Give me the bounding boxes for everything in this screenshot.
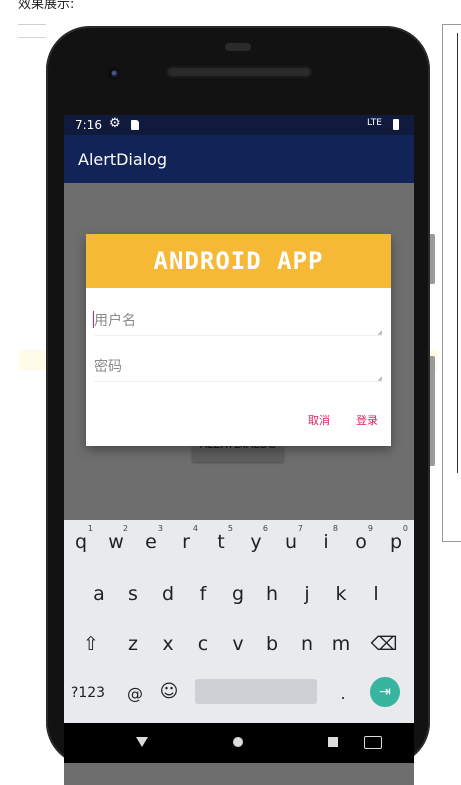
key-h[interactable]: h (255, 576, 289, 612)
key-hint: 4 (192, 524, 198, 533)
back-icon[interactable] (136, 737, 148, 747)
key-hint: 0 (402, 524, 408, 533)
key-label: y (250, 531, 262, 553)
symbols-key[interactable]: ?123 (68, 675, 108, 711)
emoji-key-icon[interactable]: ☺ (152, 673, 186, 709)
key-c[interactable]: c (186, 626, 220, 662)
password-placeholder: 密码 (94, 359, 122, 375)
front-camera-icon (108, 67, 121, 80)
key-e[interactable]: 3e (134, 524, 168, 560)
key-hint: 1 (87, 524, 93, 533)
resize-corner-icon: ◢ (377, 375, 382, 382)
field-underline (94, 381, 382, 382)
home-icon[interactable] (233, 737, 243, 747)
key-j[interactable]: j (290, 576, 324, 612)
key-x[interactable]: x (151, 626, 185, 662)
key-s[interactable]: s (116, 576, 150, 612)
key-label: p (389, 531, 403, 553)
key-d[interactable]: d (151, 576, 185, 612)
page-caption: 效果展示: (18, 0, 75, 12)
key-p[interactable]: 0p (379, 524, 413, 560)
space-bar[interactable] (195, 679, 317, 704)
keyboard-switch-icon[interactable] (364, 736, 382, 749)
key-a[interactable]: a (82, 576, 116, 612)
key-m[interactable]: m (324, 626, 358, 662)
shift-key-icon[interactable]: ⇧ (74, 626, 108, 662)
key-hint: 9 (367, 524, 373, 533)
power-button (430, 234, 435, 284)
username-field[interactable]: 用户名 ◢ (93, 304, 382, 336)
key-l[interactable]: l (359, 576, 393, 612)
right-panel (442, 24, 461, 542)
key-q[interactable]: 1q (64, 524, 98, 560)
field-underline (94, 335, 382, 336)
banner-text: ANDROID APP (153, 247, 324, 275)
key-hint: 2 (122, 524, 128, 533)
key-z[interactable]: z (116, 626, 150, 662)
status-time: 7:16 (75, 118, 102, 132)
cancel-button[interactable]: 取消 (295, 404, 343, 438)
key-n[interactable]: n (290, 626, 324, 662)
key-label: r (182, 531, 190, 553)
key-t[interactable]: 5t (204, 524, 238, 560)
password-field[interactable]: 密码 ◢ (94, 350, 382, 382)
recents-icon[interactable] (328, 737, 338, 747)
divider (457, 33, 458, 473)
key-label: i (323, 531, 329, 553)
key-r[interactable]: 4r (169, 524, 203, 560)
key-u[interactable]: 7u (274, 524, 308, 560)
keyboard-row-2: a s d f g h j k l (64, 576, 414, 612)
key-label: e (145, 531, 157, 553)
top-speaker (225, 43, 251, 51)
earpiece-grille (166, 66, 312, 78)
dialog-actions: 取消 登录 (295, 404, 391, 438)
phone-frame: 7:16 ⚙ LTE AlertDialog ALERTDIALOG ANDRO… (46, 26, 435, 785)
key-label: w (108, 531, 124, 553)
key-b[interactable]: b (255, 626, 289, 662)
key-hint: 6 (262, 524, 268, 533)
keyboard-row-1: 1q 2w 3e 4r 5t 6y 7u 8i 9o 0p (64, 524, 414, 560)
soft-keyboard: 1q 2w 3e 4r 5t 6y 7u 8i 9o 0p a s d f g … (64, 520, 414, 723)
key-label: q (74, 531, 88, 553)
key-o[interactable]: 9o (344, 524, 378, 560)
key-y[interactable]: 6y (239, 524, 273, 560)
phone-screen: 7:16 ⚙ LTE AlertDialog ALERTDIALOG ANDRO… (64, 115, 414, 785)
at-key[interactable]: @ (118, 675, 152, 711)
period-key[interactable]: . (326, 675, 360, 711)
login-dialog: ANDROID APP 用户名 ◢ 密码 ◢ 取消 登录 (86, 234, 391, 446)
gear-icon: ⚙ (109, 116, 121, 131)
volume-button (430, 356, 435, 466)
divider (18, 37, 46, 38)
key-k[interactable]: k (324, 576, 358, 612)
backspace-key-icon[interactable]: ⌫ (367, 626, 401, 662)
resize-corner-icon: ◢ (377, 329, 382, 336)
username-placeholder: 用户名 (94, 313, 136, 329)
key-i[interactable]: 8i (309, 524, 343, 560)
login-button[interactable]: 登录 (343, 404, 391, 438)
key-label: o (355, 531, 367, 553)
key-g[interactable]: g (221, 576, 255, 612)
key-hint: 3 (157, 524, 163, 533)
status-bar: 7:16 ⚙ LTE (64, 115, 414, 135)
key-label: u (284, 531, 298, 553)
app-bar: AlertDialog (64, 135, 414, 183)
app-title: AlertDialog (78, 150, 168, 169)
key-v[interactable]: v (221, 626, 255, 662)
navigation-bar (64, 723, 414, 763)
dialog-banner: ANDROID APP (86, 234, 391, 288)
left-panel (18, 24, 46, 737)
signal-icon: LTE (367, 118, 382, 128)
key-hint: 5 (227, 524, 233, 533)
keyboard-row-3: ⇧ z x c v b n m ⌫ (64, 626, 414, 662)
key-w[interactable]: 2w (99, 524, 133, 560)
key-hint: 7 (297, 524, 303, 533)
battery-icon (393, 119, 399, 130)
key-label: t (217, 531, 225, 553)
enter-key-icon[interactable]: ⇥ (370, 677, 400, 707)
key-f[interactable]: f (186, 576, 220, 612)
sdcard-icon (131, 120, 139, 130)
key-hint: 8 (332, 524, 338, 533)
